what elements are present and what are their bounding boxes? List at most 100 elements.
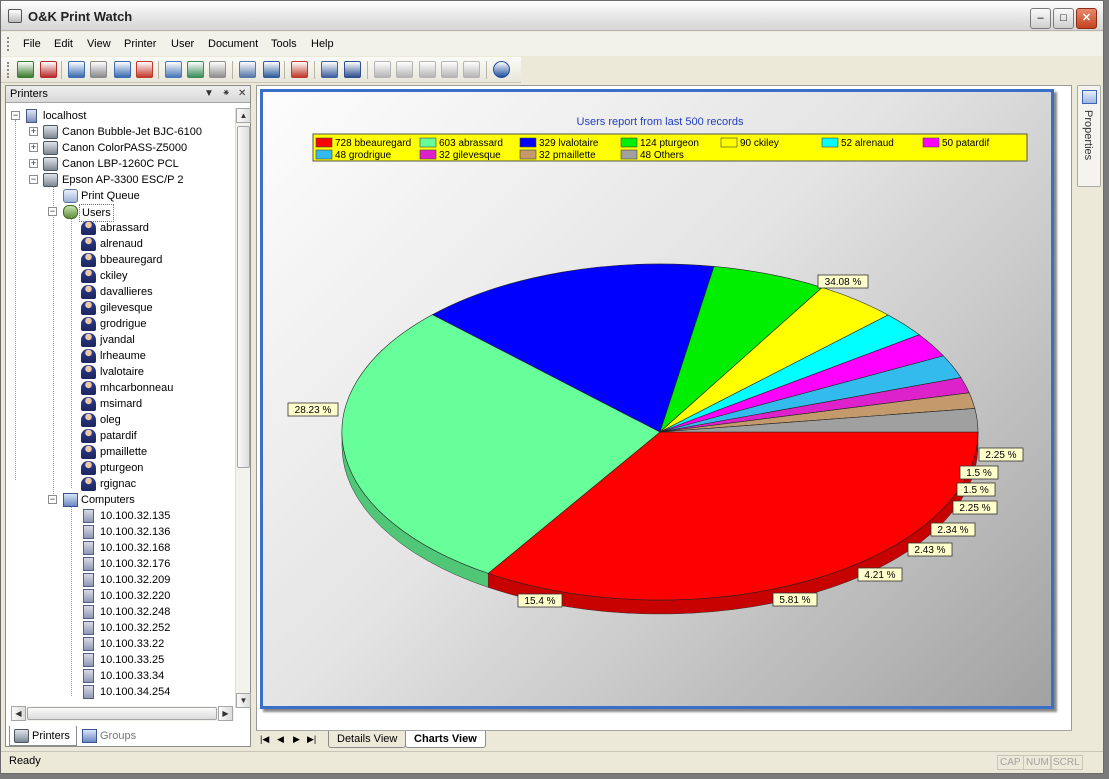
tree-users[interactable]: − Users [11,204,234,222]
tree-printer[interactable]: + Canon ColorPASS-Z5000 [11,140,234,156]
scroll-right-icon[interactable]: ▶ [218,706,233,721]
print-preview-icon[interactable] [321,61,338,78]
tree-printer[interactable]: − Epson AP-3300 ESC/P 2 [11,172,234,188]
tree-host[interactable]: − localhost [11,108,234,124]
search-icon[interactable] [344,61,361,78]
properties-panel-tab[interactable]: Properties [1077,85,1101,187]
first-tab-icon[interactable]: |◀ [260,734,269,745]
expand-icon[interactable]: + [29,127,38,136]
tree-user[interactable]: alrenaud [11,236,234,252]
tree-computer[interactable]: 10.100.32.252 [11,620,234,636]
tree-computer[interactable]: 10.100.33.34 [11,668,234,684]
tab-groups[interactable]: Groups [78,726,144,746]
tree-print-queue[interactable]: Print Queue [11,188,234,204]
legend-swatch [519,149,537,160]
toolbar-separator [284,61,285,79]
tree-user[interactable]: ckiley [11,268,234,284]
prev-tab-icon[interactable]: ◀ [277,734,284,745]
delete-job-icon[interactable] [291,61,308,78]
tree-user[interactable]: lvalotaire [11,364,234,380]
scroll-down-icon[interactable]: ▼ [236,693,251,708]
tree-user[interactable]: pmaillette [11,444,234,460]
tree-user[interactable]: davallieres [11,284,234,300]
menu-view[interactable]: View [87,38,111,50]
tree-computer[interactable]: 10.100.32.168 [11,540,234,556]
maximize-button[interactable]: □ [1053,8,1074,29]
tree-user[interactable]: abrassard [11,220,234,236]
tab-printers[interactable]: Printers [9,726,77,746]
panel-close-icon[interactable]: ✕ [238,88,246,99]
tree-user[interactable]: mhcarbonneau [11,380,234,396]
close-button[interactable]: ✕ [1076,8,1097,29]
scroll-thumb[interactable] [237,126,250,468]
horizontal-scroll-thumb[interactable] [27,707,217,720]
about-icon[interactable] [493,61,510,78]
tree-computers[interactable]: − Computers [11,492,234,508]
tree-user[interactable]: jvandal [11,332,234,348]
copy-icon[interactable] [374,61,391,78]
expand-icon[interactable]: + [29,159,38,168]
expand-icon[interactable]: + [29,143,38,152]
queue-refresh-icon[interactable] [187,61,204,78]
tree-vertical-scrollbar[interactable]: ▲ ▼ [235,108,251,708]
tree-user[interactable]: gilevesque [11,300,234,316]
last-tab-icon[interactable]: ▶| [307,734,316,745]
tree-computer[interactable]: 10.100.32.220 [11,588,234,604]
tree-user[interactable]: patardif [11,428,234,444]
menu-tools[interactable]: Tools [271,38,297,50]
tree-computer[interactable]: 10.100.32.176 [11,556,234,572]
tab-charts-view[interactable]: Charts View [405,731,486,748]
delete-printer-icon[interactable] [40,61,57,78]
menu-printer[interactable]: Printer [124,38,156,50]
next-tab-icon[interactable]: ▶ [293,734,300,745]
minimize-button[interactable]: – [1030,8,1051,29]
tree-user[interactable]: rgignac [11,476,234,492]
tree-user[interactable]: pturgeon [11,460,234,476]
export-icon[interactable] [419,61,436,78]
tree-user[interactable]: bbeauregard [11,252,234,268]
collapse-icon[interactable]: − [11,111,20,120]
menu-user[interactable]: User [171,38,194,50]
tree-computer[interactable]: 10.100.33.22 [11,636,234,652]
document-edit-icon[interactable] [463,61,480,78]
printer-stop-icon[interactable] [136,61,153,78]
scroll-left-icon[interactable]: ◀ [11,706,26,721]
key-icon[interactable] [263,61,280,78]
tree-computer[interactable]: 10.100.33.25 [11,652,234,668]
tree-horizontal-scrollbar[interactable]: ◀ ▶ [11,706,234,721]
user-icon [81,381,96,395]
add-printer-icon[interactable] [17,61,34,78]
tree-printer[interactable]: + Canon Bubble-Jet BJC-6100 [11,124,234,140]
menu-document[interactable]: Document [208,38,258,50]
collapse-icon[interactable]: − [48,495,57,504]
tree-item-label: pturgeon [100,462,144,474]
tree-user[interactable]: msimard [11,396,234,412]
collapse-icon[interactable]: − [29,175,38,184]
menu-edit[interactable]: Edit [54,38,73,50]
menu-help[interactable]: Help [311,38,334,50]
permissions-icon[interactable] [239,61,256,78]
legend-swatch [620,137,638,148]
queue-icon[interactable] [165,61,182,78]
move-icon[interactable] [396,61,413,78]
tree-user[interactable]: oleg [11,412,234,428]
collapse-icon[interactable]: − [48,207,57,216]
tree-printer[interactable]: + Canon LBP-1260C PCL [11,156,234,172]
tree-user[interactable]: lrheaume [11,348,234,364]
menu-file[interactable]: File [23,38,41,50]
tab-details-view[interactable]: Details View [328,731,407,748]
printer-resume-icon[interactable] [114,61,131,78]
tree-computer[interactable]: 10.100.32.136 [11,524,234,540]
queue-settings-icon[interactable] [209,61,226,78]
tree-user[interactable]: grodrigue [11,316,234,332]
printer-pause-icon[interactable] [90,61,107,78]
printer-refresh-icon[interactable] [68,61,85,78]
tree-computer[interactable]: 10.100.34.254 [11,684,234,700]
document-delete-icon[interactable] [441,61,458,78]
pin-icon[interactable]: ⁕ [222,88,230,99]
scroll-up-icon[interactable]: ▲ [236,108,251,123]
tree-computer[interactable]: 10.100.32.135 [11,508,234,524]
tree-computer[interactable]: 10.100.32.209 [11,572,234,588]
tree-computer[interactable]: 10.100.32.248 [11,604,234,620]
panel-menu-icon[interactable]: ▼ [204,88,214,99]
